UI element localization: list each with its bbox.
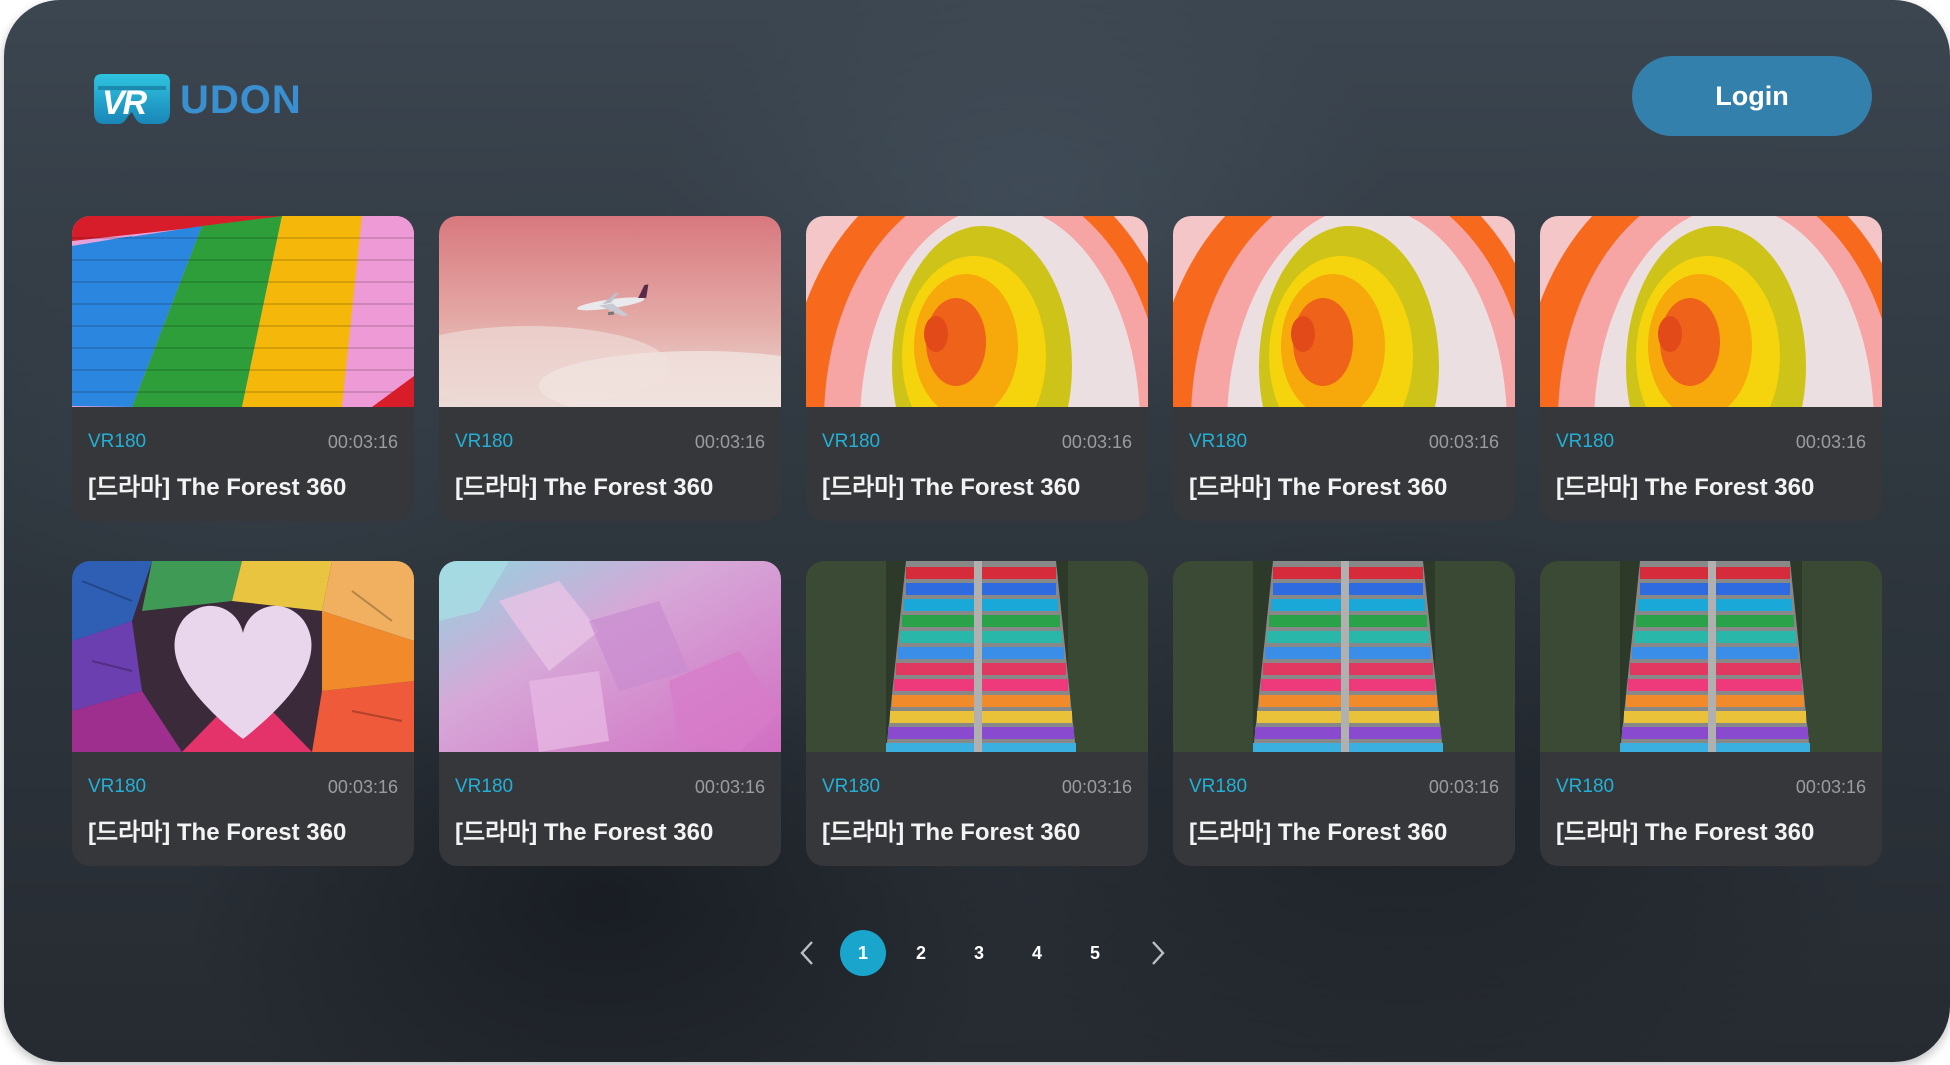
video-title: [드라마] The Forest 360 [822, 474, 1081, 501]
video-title: [드라마] The Forest 360 [1189, 474, 1448, 501]
duration-label: 00:03:16 [1795, 777, 1866, 797]
video-title: [드라마] The Forest 360 [1556, 819, 1815, 846]
format-badge: VR180 [455, 776, 514, 797]
page-button-3[interactable]: 3 [956, 930, 1002, 976]
duration-label: 00:03:16 [1061, 777, 1132, 797]
format-badge: VR180 [1189, 431, 1248, 452]
video-title: [드라마] The Forest 360 [88, 819, 347, 846]
format-badge: VR180 [1556, 776, 1615, 797]
login-button[interactable]: Login [1632, 56, 1872, 136]
video-title: [드라마] The Forest 360 [822, 819, 1081, 846]
logo-wordmark: UDON [180, 78, 302, 122]
thumbnail-thread-heart [72, 561, 414, 752]
format-badge: VR180 [88, 776, 147, 797]
thumbnail-colorful-arches [806, 216, 1148, 407]
duration-label: 00:03:16 [1428, 432, 1499, 452]
thumbnail-pink-crystals [439, 561, 781, 752]
format-badge: VR180 [822, 431, 881, 452]
format-badge: VR180 [1556, 431, 1615, 452]
format-badge: VR180 [1189, 776, 1248, 797]
chevron-left-icon[interactable] [793, 938, 823, 968]
page-button-4[interactable]: 4 [1014, 930, 1060, 976]
thumbnail-colorful-arches [1173, 216, 1515, 407]
thumbnail-rainbow-brick-wall [72, 216, 414, 407]
app-window: VR UDON Login VR180 00:03:16 [드라마] The F… [4, 0, 1950, 1062]
video-title: [드라마] The Forest 360 [1556, 474, 1815, 501]
thumbnail-rainbow-stairs [1173, 561, 1515, 752]
video-title: [드라마] The Forest 360 [88, 474, 347, 501]
duration-label: 00:03:16 [1061, 432, 1132, 452]
duration-label: 00:03:16 [1428, 777, 1499, 797]
thumbnail-rainbow-stairs [806, 561, 1148, 752]
video-title: [드라마] The Forest 360 [455, 819, 714, 846]
duration-label: 00:03:16 [694, 432, 765, 452]
video-card[interactable]: VR180 00:03:16 [드라마] The Forest 360 [72, 561, 414, 866]
format-badge: VR180 [88, 431, 147, 452]
video-card[interactable]: VR180 00:03:16 [드라마] The Forest 360 [439, 561, 781, 866]
chevron-right-icon[interactable] [1142, 938, 1172, 968]
video-card[interactable]: VR180 00:03:16 [드라마] The Forest 360 [806, 216, 1148, 521]
video-card[interactable]: VR180 00:03:16 [드라마] The Forest 360 [439, 216, 781, 521]
duration-label: 00:03:16 [694, 777, 765, 797]
format-badge: VR180 [455, 431, 514, 452]
logo-mark-text: VR [102, 84, 147, 122]
video-title: [드라마] The Forest 360 [455, 474, 714, 501]
page-button-2[interactable]: 2 [898, 930, 944, 976]
thumbnail-airplane-pink-sky [439, 216, 781, 407]
video-card[interactable]: VR180 00:03:16 [드라마] The Forest 360 [1540, 216, 1882, 521]
thumbnail-colorful-arches [1540, 216, 1882, 407]
duration-label: 00:03:16 [327, 432, 398, 452]
video-card[interactable]: VR180 00:03:16 [드라마] The Forest 360 [1173, 561, 1515, 866]
video-grid: VR180 00:03:16 [드라마] The Forest 360 VR18… [72, 216, 1882, 866]
duration-label: 00:03:16 [1795, 432, 1866, 452]
page-button-1[interactable]: 1 [840, 930, 886, 976]
thumbnail-rainbow-stairs [1540, 561, 1882, 752]
duration-label: 00:03:16 [327, 777, 398, 797]
brand-logo[interactable]: VR UDON [88, 70, 310, 134]
page-button-5[interactable]: 5 [1072, 930, 1118, 976]
video-card[interactable]: VR180 00:03:16 [드라마] The Forest 360 [806, 561, 1148, 866]
video-card[interactable]: VR180 00:03:16 [드라마] The Forest 360 [1540, 561, 1882, 866]
format-badge: VR180 [822, 776, 881, 797]
video-title: [드라마] The Forest 360 [1189, 819, 1448, 846]
video-card[interactable]: VR180 00:03:16 [드라마] The Forest 360 [1173, 216, 1515, 521]
video-card[interactable]: VR180 00:03:16 [드라마] The Forest 360 [72, 216, 414, 521]
